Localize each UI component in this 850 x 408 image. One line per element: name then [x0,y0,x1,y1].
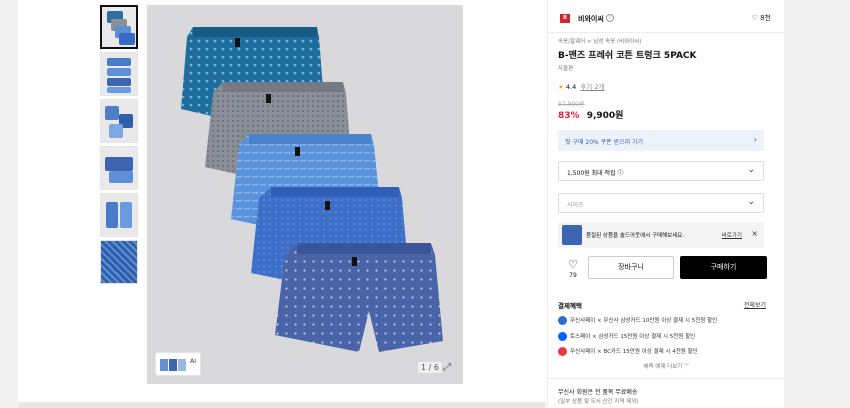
size-select-placeholder: 사이즈 [567,202,584,209]
product-info-panel: B 비와이씨 i ♡ 8천 속옷/홈웨어 > 남성 속옷 (비와이씨) B-맨즈… [547,0,785,408]
rating-value: 4.4 [565,83,577,91]
expand-icon[interactable]: ⤢ [441,362,453,374]
thumbnail-4[interactable] [100,146,138,190]
shipping-info: 무신사 회원은 전 품목 무료배송 [558,389,638,396]
buy-button[interactable]: 구매하기 [680,256,767,279]
points-select[interactable]: 1,500원 최대 적립 ⓘ ⌄ [558,161,764,181]
trunks-illustration [181,27,443,352]
payment-view-all-link[interactable]: 전체보기 [744,300,766,309]
ai-thumb-icon [160,359,186,371]
brand-logo[interactable]: B [560,14,570,23]
breadcrumb[interactable]: 속옷/홈웨어 > 남성 속옷 (비와이씨) [558,37,642,45]
thumbnail-5[interactable] [100,193,138,237]
heart-icon: ♡ [751,14,758,22]
product-title: B-맨즈 프레쉬 코튼 트렁크 5PACK [558,51,697,61]
like-count: 79 [569,272,577,279]
section-divider [18,402,546,408]
musinsa-pay-icon [558,316,567,325]
star-icon: ★ [558,83,564,91]
payment-benefit-text: 무신사페이 × 무신사 삼성카드 10만원 이상 결제 시 5천원 할인 [570,318,718,324]
shipping-note: (일부 상품 및 도서 산간 지역 제외) [558,399,639,405]
chevron-down-icon: ⌄ [747,165,755,175]
info-icon[interactable]: i [606,14,614,22]
thumbnail-3[interactable] [100,99,138,143]
like-button[interactable]: ♡ 79 [564,258,582,279]
payment-benefit-text: 토스페이 × 삼성카드 15만원 이상 결제 시 5천원 할인 [570,334,696,340]
payment-benefit-row: 토스페이 × 삼성카드 15만원 이상 결제 시 5천원 할인 [558,332,695,341]
banner-text: 품절된 상품을 솔드아웃에서 구매해보세요. [586,233,685,239]
thumbnail-1[interactable] [100,5,138,49]
banner-link[interactable]: 바로가기 [722,231,742,239]
heart-icon: ♡ [568,258,578,271]
product-subtitle: 자율편 [558,66,574,72]
thumbnail-2[interactable] [100,52,138,96]
payment-benefit-text: 무신사페이 × BC카드 15만원 이상 결제 시 4천원 할인 [570,349,698,355]
divider [548,378,785,379]
discount-rate: 83% [558,111,580,121]
first-purchase-coupon-button[interactable]: 첫 구매 20% 쿠폰 받으러 가기 › [558,130,764,151]
cart-button[interactable]: 장바구니 [588,256,674,279]
size-select[interactable]: 사이즈 ⌄ [558,193,764,213]
trunk-5 [275,243,443,352]
soldout-banner: 품절된 상품을 솔드아웃에서 구매해보세요. 바로가기 × [558,222,764,248]
sale-price: 9,900원 [586,111,624,121]
payment-benefits-title: 결제혜택 [558,302,582,310]
coupon-text: 첫 구매 20% 쿠폰 받으러 가기 [565,139,644,146]
ai-try-on-chip[interactable]: AI [155,352,201,376]
brand-name[interactable]: 비와이씨 [578,14,604,24]
close-icon[interactable]: × [751,229,758,238]
product-main-image[interactable] [147,5,463,384]
payment-benefit-row: 무신사페이 × 무신사 삼성카드 10만원 이상 결제 시 5천원 할인 [558,316,717,325]
points-select-value: 1,500원 최대 적립 ⓘ [567,170,624,177]
rating[interactable]: ★ 4.4 후기 2개 [558,81,604,91]
bc-card-icon [558,347,567,356]
chevron-down-icon: ⌄ [747,197,755,207]
chevron-right-icon: › [753,135,757,144]
payment-more-button[interactable]: 혜택 예제 더보기 ﹀ [548,362,785,370]
banner-thumbnail [562,225,582,245]
brand-row: B 비와이씨 i ♡ 8천 [548,5,785,33]
original-price: 57,900원 [558,101,585,108]
follow-count: 8천 [760,14,771,22]
review-count-link[interactable]: 후기 2개 [580,83,604,91]
payment-benefit-row: 무신사페이 × BC카드 15만원 이상 결제 시 4천원 할인 [558,347,698,356]
thumbnail-6[interactable] [100,240,138,284]
ai-label: AI [190,358,196,365]
price-row: 83% 9,900원 [558,108,623,121]
image-counter: 1 / 6 [418,362,442,373]
thumbnail-list [100,5,140,287]
toss-pay-icon [558,332,567,341]
brand-follow-button[interactable]: ♡ 8천 [752,13,771,23]
